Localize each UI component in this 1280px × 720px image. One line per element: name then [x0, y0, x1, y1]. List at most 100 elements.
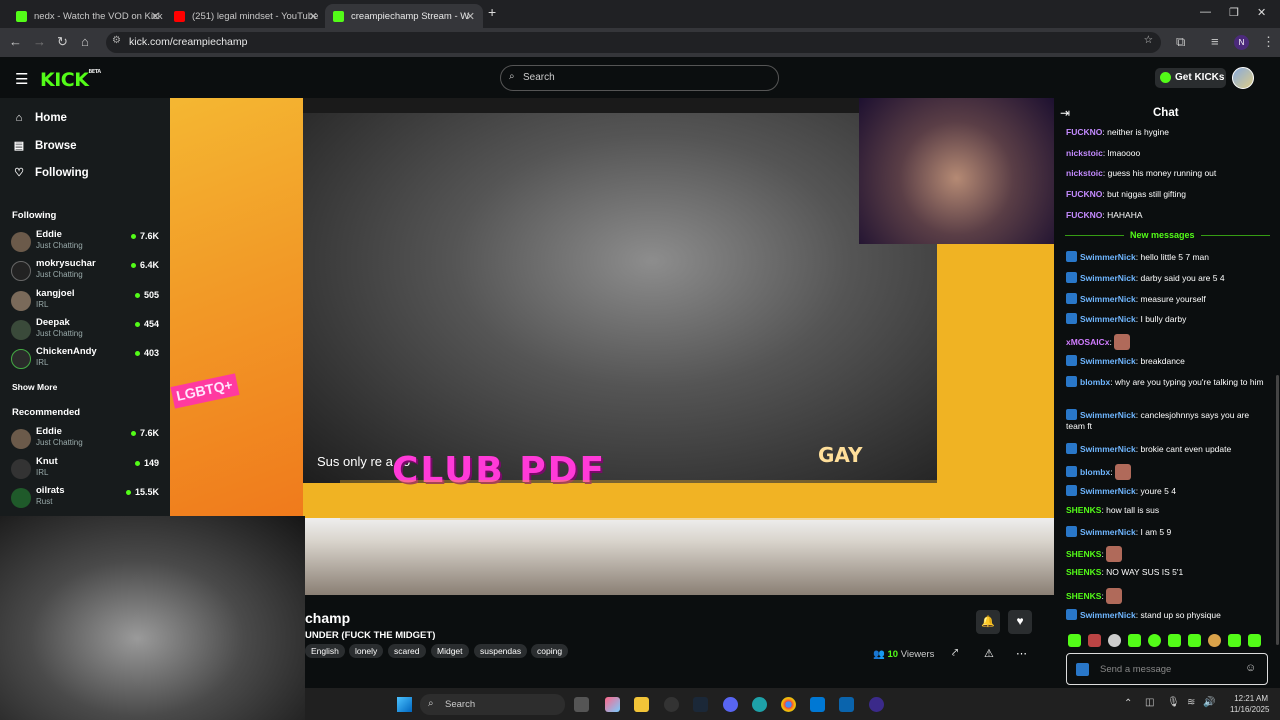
- taskbar-clock[interactable]: 12:21 AM 11/16/2025: [1230, 693, 1269, 715]
- microphone-icon[interactable]: 🎙: [1167, 697, 1180, 708]
- tag-midget[interactable]: Midget: [431, 644, 469, 658]
- close-tab-icon[interactable]: ✕: [151, 10, 160, 23]
- extensions-icon[interactable]: ⧉: [1176, 34, 1185, 50]
- emote-icon[interactable]: [1128, 634, 1141, 647]
- recommended-channel[interactable]: Eddie Just Chatting 7.6K: [11, 426, 161, 452]
- collapse-chat-icon[interactable]: ⇥: [1060, 106, 1070, 120]
- menu-dots-icon[interactable]: ⋮: [1262, 34, 1275, 50]
- back-icon[interactable]: ←: [9, 34, 22, 49]
- site-info-icon[interactable]: ⚙: [112, 35, 121, 46]
- following-channel[interactable]: kangjoel IRL 505: [11, 288, 161, 314]
- chat-username[interactable]: SwimmerNick: [1080, 294, 1136, 304]
- chat-username[interactable]: SwimmerNick: [1080, 356, 1136, 366]
- store-icon[interactable]: [810, 697, 825, 712]
- chat-username[interactable]: blombx: [1080, 377, 1110, 387]
- volume-icon[interactable]: 🔊: [1203, 697, 1215, 708]
- copilot-icon[interactable]: [605, 697, 620, 712]
- kick-logo[interactable]: KICKBETA: [40, 69, 101, 91]
- following-channel[interactable]: Eddie Just Chatting 7.6K: [11, 229, 161, 255]
- chat-username[interactable]: SwimmerNick: [1080, 314, 1136, 324]
- following-channel[interactable]: Deepak Just Chatting 454: [11, 317, 161, 343]
- chat-username[interactable]: xMOSAICx: [1066, 337, 1109, 347]
- chat-username[interactable]: nickstoic: [1066, 148, 1103, 158]
- edge-icon[interactable]: [752, 697, 767, 712]
- chat-username[interactable]: SHENKS: [1066, 549, 1101, 559]
- tag-coping[interactable]: coping: [531, 644, 569, 658]
- sidebar-browse[interactable]: ▤ Browse: [12, 139, 77, 153]
- emote-icon[interactable]: [1208, 634, 1221, 647]
- recommended-channel[interactable]: Knut IRL 149: [11, 456, 161, 482]
- tray-chevron-icon[interactable]: ⌃: [1124, 698, 1132, 709]
- sidebar-home[interactable]: ⌂ Home: [12, 112, 67, 124]
- discord-icon[interactable]: [723, 697, 738, 712]
- minimize-icon[interactable]: —: [1200, 6, 1211, 18]
- close-tab-icon[interactable]: ✕: [466, 10, 475, 23]
- tag-lonely[interactable]: lonely: [349, 644, 384, 658]
- browser-tab-3[interactable]: creampiechamp Stream - W ✕: [325, 4, 483, 28]
- windows-start-icon[interactable]: [397, 697, 412, 712]
- profile-avatar[interactable]: N: [1234, 35, 1249, 50]
- new-tab-icon[interactable]: +: [488, 4, 496, 20]
- browser-tab-2[interactable]: (251) legal mindset - YouTube ✕: [166, 4, 326, 28]
- file-explorer-icon[interactable]: [634, 697, 649, 712]
- tray-app-icon[interactable]: ◫: [1145, 697, 1154, 708]
- emote-icon[interactable]: [1228, 634, 1241, 647]
- emote-icon[interactable]: [1108, 634, 1121, 647]
- forward-icon[interactable]: →: [33, 34, 46, 49]
- reload-icon[interactable]: ↻: [57, 34, 68, 50]
- home-browser-icon[interactable]: ⌂: [81, 34, 89, 49]
- browser-tab-1[interactable]: nedx - Watch the VOD on Kick ✕: [8, 4, 168, 28]
- maximize-icon[interactable]: ❐: [1229, 6, 1239, 19]
- chat-username[interactable]: nickstoic: [1066, 168, 1103, 178]
- chat-username[interactable]: FUCKNO: [1066, 189, 1102, 199]
- chat-username[interactable]: SwimmerNick: [1080, 410, 1136, 420]
- heart-follow-icon[interactable]: ♥: [1008, 610, 1032, 634]
- report-icon[interactable]: ⚠: [984, 647, 994, 660]
- search-input[interactable]: ⌕ Search: [500, 65, 779, 91]
- chat-username[interactable]: SwimmerNick: [1080, 252, 1136, 262]
- close-window-icon[interactable]: ✕: [1257, 6, 1266, 19]
- taskbar-search[interactable]: ⌕ Search: [420, 694, 565, 715]
- emote-icon[interactable]: [1248, 634, 1261, 647]
- task-view-icon[interactable]: [574, 697, 589, 712]
- get-kicks-button[interactable]: Get KICKs: [1155, 68, 1226, 88]
- chat-username[interactable]: SwimmerNick: [1080, 527, 1136, 537]
- more-options-icon[interactable]: ⋯: [1016, 647, 1027, 660]
- close-tab-icon[interactable]: ✕: [309, 10, 318, 23]
- user-avatar[interactable]: [1232, 67, 1254, 89]
- steam-icon[interactable]: [693, 697, 708, 712]
- tag-suspendas[interactable]: suspendas: [474, 644, 528, 658]
- emote-icon[interactable]: [1068, 634, 1081, 647]
- emote-icon[interactable]: [1168, 634, 1181, 647]
- chat-username[interactable]: SwimmerNick: [1080, 486, 1136, 496]
- hamburger-menu-icon[interactable]: ☰: [15, 70, 28, 88]
- emote-icon[interactable]: [1088, 634, 1101, 647]
- chat-input[interactable]: Send a message ☺: [1066, 653, 1268, 685]
- chat-username[interactable]: SHENKS: [1066, 567, 1101, 577]
- recommended-channel[interactable]: oilrats Rust 15.5K: [11, 485, 161, 511]
- bell-icon[interactable]: 🔔: [976, 610, 1000, 634]
- share-icon[interactable]: ⤤: [952, 647, 958, 660]
- tag-scared[interactable]: scared: [388, 644, 426, 658]
- channel-name[interactable]: champ: [305, 610, 350, 626]
- tag-english[interactable]: English: [305, 644, 345, 658]
- chat-scrollbar[interactable]: [1276, 375, 1279, 645]
- bookmark-star-icon[interactable]: ☆: [1144, 34, 1153, 46]
- wifi-icon[interactable]: ≋: [1187, 697, 1195, 708]
- emote-icon[interactable]: [1148, 634, 1161, 647]
- sidebar-following[interactable]: ♡ Following: [12, 166, 89, 180]
- chat-username[interactable]: FUCKNO: [1066, 210, 1102, 220]
- outlook-icon[interactable]: [839, 697, 854, 712]
- chat-username[interactable]: SHENKS: [1066, 505, 1101, 515]
- url-field[interactable]: ⚙ kick.com/creampiechamp ☆: [106, 32, 1161, 53]
- chrome-icon[interactable]: [781, 697, 796, 712]
- chat-username[interactable]: SwimmerNick: [1080, 610, 1136, 620]
- chat-username[interactable]: blombx: [1080, 467, 1110, 477]
- chat-username[interactable]: SwimmerNick: [1080, 444, 1136, 454]
- app-icon[interactable]: [664, 697, 679, 712]
- emoji-picker-icon[interactable]: ☺: [1245, 662, 1256, 674]
- chat-username[interactable]: SwimmerNick: [1080, 273, 1136, 283]
- chat-username[interactable]: SHENKS: [1066, 591, 1101, 601]
- show-more-link[interactable]: Show More: [12, 382, 57, 392]
- following-channel[interactable]: ChickenAndy IRL 403: [11, 346, 161, 372]
